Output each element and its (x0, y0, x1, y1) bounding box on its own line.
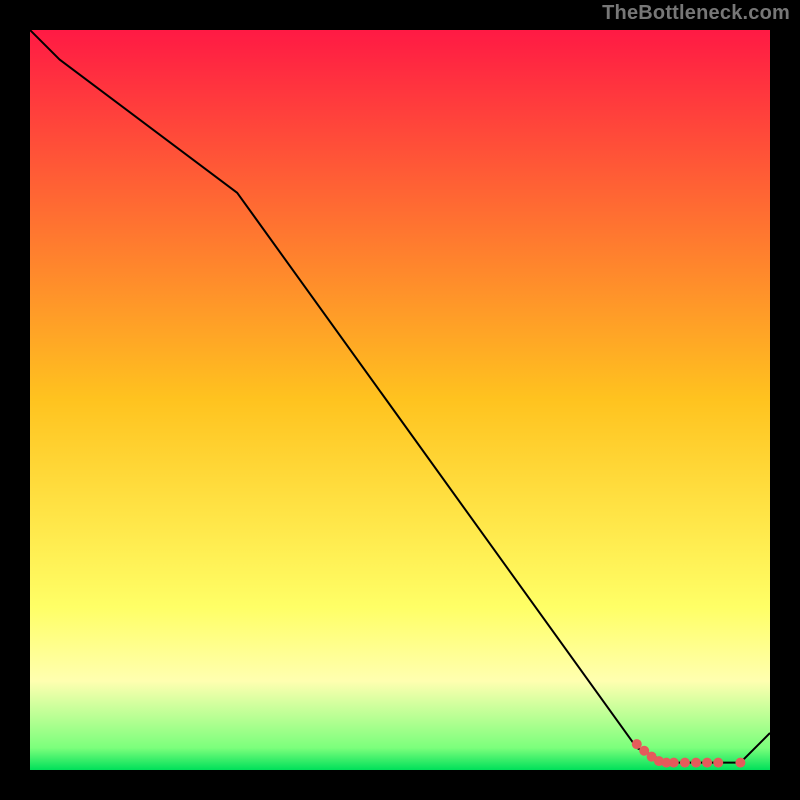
gradient-background (30, 30, 770, 770)
marker-point (691, 758, 701, 768)
watermark-text: TheBottleneck.com (602, 2, 790, 25)
marker-point (713, 758, 723, 768)
marker-point (702, 758, 712, 768)
plot-area (30, 30, 770, 770)
marker-point (735, 758, 745, 768)
marker-point (680, 758, 690, 768)
chart-frame: TheBottleneck.com (0, 0, 800, 800)
marker-point (632, 739, 642, 749)
marker-point (669, 758, 679, 768)
chart-svg (30, 30, 770, 770)
